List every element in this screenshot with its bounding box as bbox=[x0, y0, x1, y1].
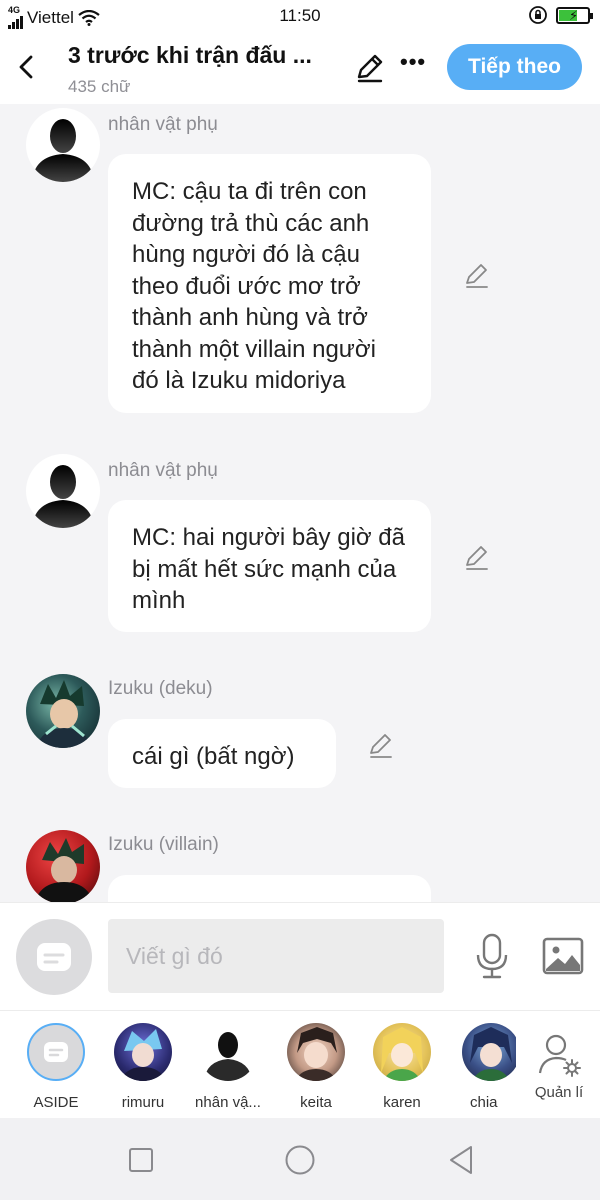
character-label: chia bbox=[470, 1094, 498, 1111]
keita-avatar bbox=[287, 1023, 345, 1081]
microphone-icon[interactable] bbox=[474, 933, 510, 979]
image-icon[interactable] bbox=[542, 937, 584, 975]
header: 3 trước khi trận đấu ... 435 chữ ••• Tiế… bbox=[0, 32, 600, 104]
sender-name: Izuku (villain) bbox=[108, 834, 219, 855]
character-rimuru[interactable]: rimuru bbox=[101, 1023, 185, 1111]
character-label: rimuru bbox=[121, 1094, 165, 1111]
status-right: ⚡ bbox=[528, 5, 593, 25]
orientation-lock-icon bbox=[529, 6, 547, 24]
aside-icon bbox=[27, 1023, 85, 1081]
edit-pencil-icon[interactable] bbox=[354, 52, 386, 84]
silhouette-avatar bbox=[199, 1023, 257, 1081]
message-bubble[interactable]: MC: hai người bây giờ đã bị mất hết sức … bbox=[108, 500, 431, 632]
character-label: keita bbox=[300, 1094, 332, 1111]
character-nhan-vat-phu[interactable]: nhân vậ... bbox=[186, 1023, 270, 1111]
message-bubble-icon bbox=[37, 943, 71, 971]
chia-avatar bbox=[462, 1023, 516, 1081]
more-options-icon[interactable]: ••• bbox=[400, 51, 428, 78]
message-input[interactable] bbox=[108, 919, 444, 993]
chat-area[interactable]: nhân vật phụ MC: cậu ta đi trên con đườn… bbox=[0, 104, 600, 902]
message-composer bbox=[0, 902, 600, 1010]
edit-message-icon[interactable] bbox=[463, 544, 491, 572]
edit-message-icon[interactable] bbox=[463, 262, 491, 290]
character-label: nhân vậ... bbox=[195, 1094, 261, 1111]
aside-toggle-button[interactable] bbox=[16, 919, 92, 995]
silhouette-avatar[interactable] bbox=[26, 108, 100, 182]
sender-name: nhân vật phụ bbox=[108, 114, 218, 135]
back-arrow-icon[interactable] bbox=[12, 52, 42, 82]
system-navigation-bar bbox=[0, 1118, 600, 1200]
manage-characters-button[interactable]: Quản lí bbox=[524, 1023, 594, 1101]
user-settings-icon bbox=[538, 1034, 581, 1077]
character-label: karen bbox=[383, 1094, 421, 1111]
manage-label: Quản lí bbox=[534, 1084, 584, 1101]
message-bubble[interactable] bbox=[108, 875, 431, 902]
back-triangle-icon[interactable] bbox=[443, 1142, 479, 1178]
character-karen[interactable]: karen bbox=[360, 1023, 444, 1111]
character-aside[interactable]: ASIDE bbox=[14, 1023, 98, 1111]
battery-icon: ⚡ bbox=[556, 6, 593, 24]
home-icon[interactable] bbox=[282, 1142, 318, 1178]
next-button[interactable]: Tiếp theo bbox=[447, 44, 582, 90]
word-count: 435 chữ bbox=[68, 77, 131, 96]
edit-message-icon[interactable] bbox=[367, 732, 395, 760]
silhouette-avatar[interactable] bbox=[26, 454, 100, 528]
sender-name: nhân vật phụ bbox=[108, 460, 218, 481]
rimuru-avatar bbox=[114, 1023, 172, 1081]
clock: 11:50 bbox=[279, 6, 321, 25]
deku-avatar[interactable] bbox=[26, 674, 100, 748]
message-bubble[interactable]: cái gì (bất ngờ) bbox=[108, 719, 336, 788]
villain-avatar[interactable] bbox=[26, 830, 100, 902]
character-chia[interactable]: chia bbox=[446, 1023, 516, 1111]
recent-apps-icon[interactable] bbox=[123, 1142, 159, 1178]
character-label: ASIDE bbox=[33, 1094, 79, 1111]
sender-name: Izuku (deku) bbox=[108, 678, 213, 699]
character-keita[interactable]: keita bbox=[274, 1023, 358, 1111]
message-bubble[interactable]: MC: cậu ta đi trên con đường trả thù các… bbox=[108, 154, 431, 413]
karen-avatar bbox=[373, 1023, 431, 1081]
status-bar: 4G Viettel 11:50 ⚡ bbox=[0, 0, 600, 32]
story-title: 3 trước khi trận đấu ... bbox=[68, 42, 312, 68]
character-selector: ASIDE rimuru nhân vậ... keita karen chia… bbox=[0, 1010, 600, 1118]
